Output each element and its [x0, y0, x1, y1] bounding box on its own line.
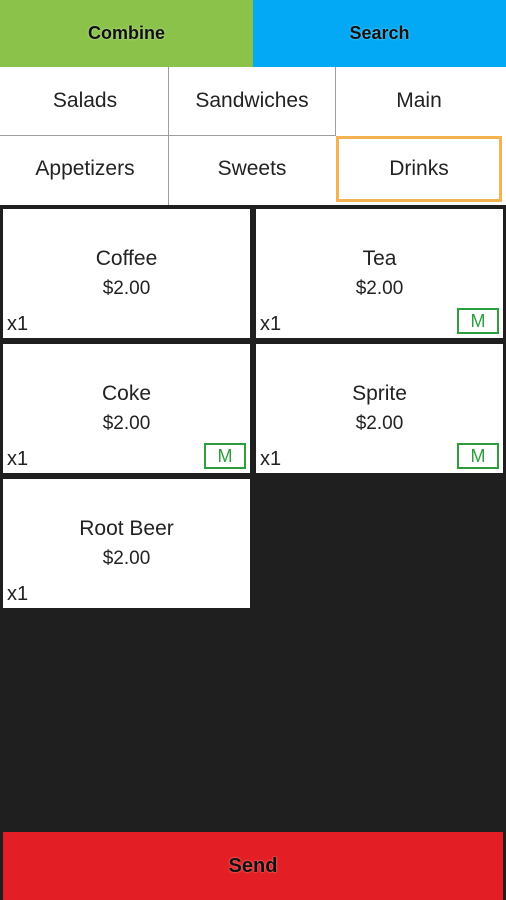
category-sweets[interactable]: Sweets — [169, 136, 335, 202]
item-name: Sprite — [352, 382, 407, 405]
combine-button[interactable]: Combine — [0, 0, 253, 67]
category-drinks[interactable]: Drinks — [336, 136, 502, 202]
top-action-bar: Combine Search — [0, 0, 506, 67]
item-name: Coffee — [95, 247, 158, 270]
category-divider — [0, 135, 336, 136]
search-button[interactable]: Search — [253, 0, 506, 67]
item-name: Root Beer — [79, 517, 174, 540]
category-salads[interactable]: Salads — [2, 69, 168, 133]
category-main[interactable]: Main — [336, 69, 502, 133]
menu-item-tea[interactable]: Tea $2.00 x1 M — [256, 209, 503, 338]
item-quantity: x1 — [7, 448, 29, 470]
category-divider — [335, 67, 336, 136]
category-sandwiches[interactable]: Sandwiches — [169, 69, 335, 133]
item-name: Tea — [362, 247, 397, 270]
category-divider — [168, 67, 169, 205]
item-quantity: x1 — [260, 313, 282, 335]
modifier-badge[interactable]: M — [204, 443, 246, 469]
menu-item-sprite[interactable]: Sprite $2.00 x1 M — [256, 344, 503, 473]
category-grid: Salads Sandwiches Main Appetizers Sweets… — [0, 67, 506, 205]
send-button[interactable]: Send — [3, 832, 503, 900]
item-price: $2.00 — [102, 413, 151, 434]
item-price: $2.00 — [102, 278, 151, 299]
item-price: $2.00 — [355, 413, 404, 434]
item-quantity: x1 — [7, 583, 29, 605]
item-name: Coke — [101, 382, 152, 405]
menu-item-coke[interactable]: Coke $2.00 x1 M — [3, 344, 250, 473]
modifier-badge[interactable]: M — [457, 443, 499, 469]
item-quantity: x1 — [7, 313, 29, 335]
item-quantity: x1 — [260, 448, 282, 470]
item-price: $2.00 — [102, 548, 151, 569]
menu-item-coffee[interactable]: Coffee $2.00 x1 — [3, 209, 250, 338]
category-appetizers[interactable]: Appetizers — [2, 136, 168, 202]
menu-item-root-beer[interactable]: Root Beer $2.00 x1 — [3, 479, 250, 608]
modifier-badge[interactable]: M — [457, 308, 499, 334]
item-price: $2.00 — [355, 278, 404, 299]
